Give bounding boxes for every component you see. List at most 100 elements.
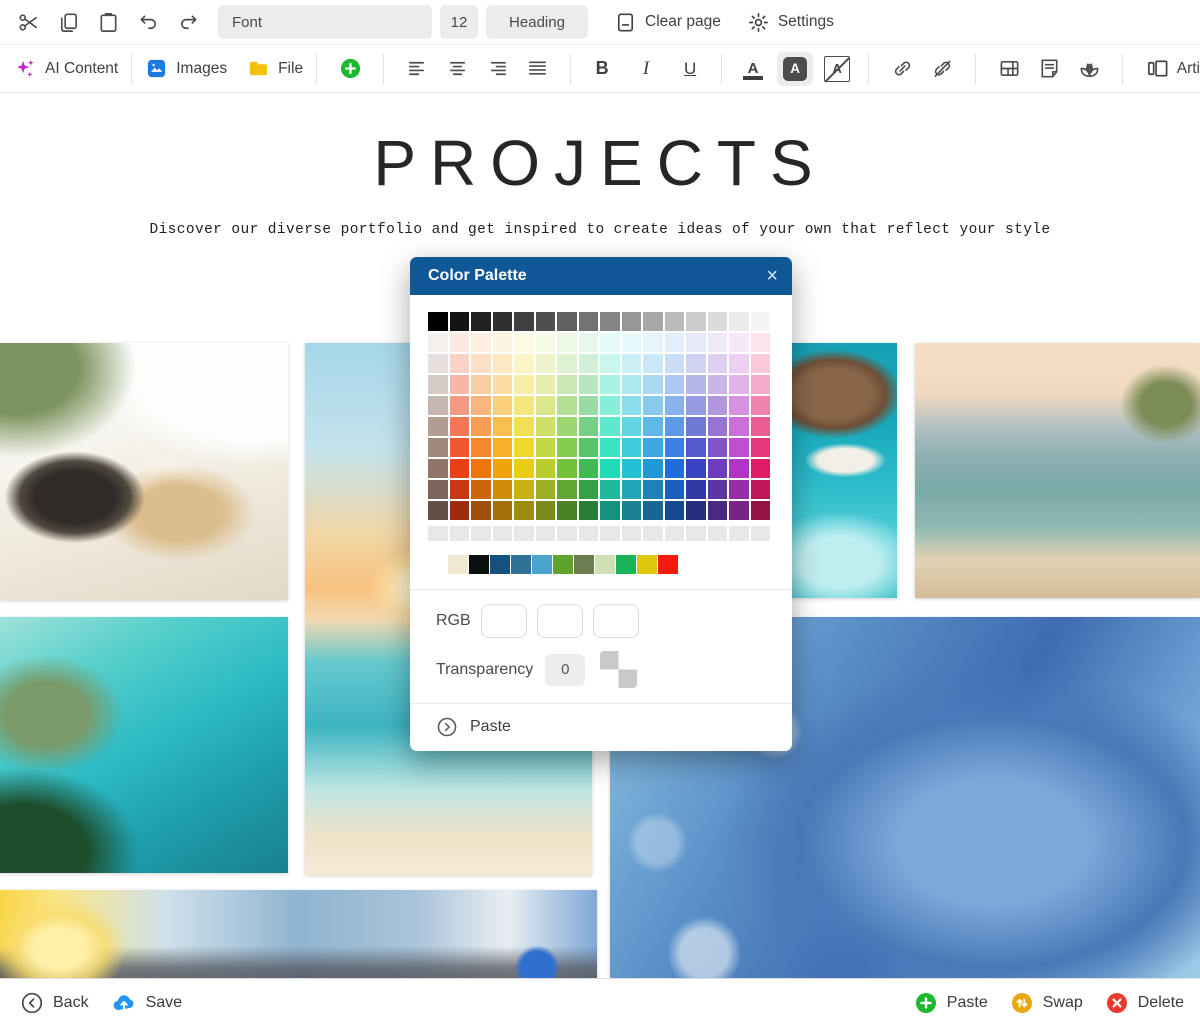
palette-swatch[interactable]	[557, 438, 577, 457]
font-size-select[interactable]: 12	[440, 5, 478, 39]
highlight-color-button[interactable]: A	[777, 52, 813, 86]
palette-swatch[interactable]	[686, 375, 706, 394]
palette-swatch[interactable]	[616, 555, 636, 574]
palette-swatch[interactable]	[579, 501, 599, 520]
align-justify-button[interactable]	[517, 50, 557, 88]
paste-button[interactable]	[88, 3, 128, 41]
paste-object-button[interactable]: Paste	[914, 991, 988, 1015]
palette-swatch[interactable]	[600, 333, 620, 352]
palette-swatch[interactable]	[729, 417, 749, 436]
palette-swatch[interactable]	[665, 480, 685, 499]
palette-swatch[interactable]	[557, 480, 577, 499]
palette-swatch[interactable]	[471, 312, 491, 331]
palette-swatch[interactable]	[536, 501, 556, 520]
palette-swatch[interactable]	[643, 526, 663, 541]
bold-button[interactable]: B	[584, 50, 620, 88]
palette-swatch[interactable]	[536, 375, 556, 394]
file-button[interactable]: File	[247, 57, 303, 80]
infinity-pool-photo[interactable]	[915, 343, 1200, 598]
article-button[interactable]: Arti	[1146, 57, 1200, 80]
palette-swatch[interactable]	[751, 333, 771, 352]
rgb-r-input[interactable]	[481, 604, 527, 638]
palette-swatch[interactable]	[450, 417, 470, 436]
palette-swatch[interactable]	[493, 375, 513, 394]
palette-swatch[interactable]	[600, 312, 620, 331]
palette-swatch[interactable]	[450, 375, 470, 394]
palette-swatch[interactable]	[493, 526, 513, 541]
palette-swatch[interactable]	[428, 354, 448, 373]
transparency-value[interactable]: 0	[545, 654, 585, 686]
palette-swatch[interactable]	[643, 417, 663, 436]
palette-swatch[interactable]	[557, 526, 577, 541]
palette-swatch[interactable]	[600, 459, 620, 478]
palette-swatch[interactable]	[729, 312, 749, 331]
palette-swatch[interactable]	[471, 375, 491, 394]
palette-swatch[interactable]	[471, 459, 491, 478]
palette-swatch[interactable]	[450, 354, 470, 373]
palette-swatch[interactable]	[471, 354, 491, 373]
palette-swatch[interactable]	[536, 459, 556, 478]
palette-swatch[interactable]	[622, 312, 642, 331]
palette-swatch[interactable]	[450, 396, 470, 415]
palette-swatch[interactable]	[471, 438, 491, 457]
palette-swatch[interactable]	[751, 501, 771, 520]
undo-button[interactable]	[128, 3, 168, 41]
palette-swatch[interactable]	[751, 375, 771, 394]
palette-swatch[interactable]	[729, 354, 749, 373]
palette-swatch[interactable]	[665, 333, 685, 352]
palette-swatch[interactable]	[536, 526, 556, 541]
palette-swatch[interactable]	[428, 312, 448, 331]
palette-swatch[interactable]	[428, 480, 448, 499]
palette-swatch[interactable]	[751, 438, 771, 457]
palette-swatch[interactable]	[686, 312, 706, 331]
palette-swatch[interactable]	[428, 396, 448, 415]
palette-swatch[interactable]	[511, 555, 531, 574]
save-button[interactable]: Save	[111, 990, 182, 1016]
palette-swatch[interactable]	[708, 312, 728, 331]
clear-format-button[interactable]: A	[819, 50, 855, 88]
palette-swatch[interactable]	[708, 459, 728, 478]
palette-swatch[interactable]	[493, 396, 513, 415]
palette-swatch[interactable]	[751, 312, 771, 331]
palette-swatch[interactable]	[751, 354, 771, 373]
palette-swatch[interactable]	[514, 438, 534, 457]
palette-swatch[interactable]	[493, 480, 513, 499]
palette-swatch[interactable]	[471, 480, 491, 499]
palette-swatch[interactable]	[557, 501, 577, 520]
palette-swatch[interactable]	[579, 459, 599, 478]
palette-swatch[interactable]	[708, 438, 728, 457]
palette-swatch[interactable]	[579, 333, 599, 352]
decoration-button[interactable]	[1069, 50, 1109, 88]
palette-swatch[interactable]	[686, 526, 706, 541]
palette-swatch[interactable]	[471, 501, 491, 520]
desk-workspace-photo[interactable]	[0, 343, 288, 600]
palette-swatch[interactable]	[600, 396, 620, 415]
palette-swatch[interactable]	[643, 459, 663, 478]
palette-swatch[interactable]	[622, 526, 642, 541]
palette-swatch[interactable]	[637, 555, 657, 574]
paste-color-button[interactable]: Paste	[410, 703, 792, 751]
copy-button[interactable]	[48, 3, 88, 41]
palette-swatch[interactable]	[536, 417, 556, 436]
palette-swatch[interactable]	[514, 526, 534, 541]
palette-swatch[interactable]	[469, 555, 489, 574]
palette-swatch[interactable]	[514, 501, 534, 520]
palette-swatch[interactable]	[600, 438, 620, 457]
font-select[interactable]: Font	[218, 5, 432, 39]
palette-swatch[interactable]	[532, 555, 552, 574]
table-button[interactable]	[989, 50, 1029, 88]
ai-content-button[interactable]: AI Content	[14, 57, 118, 80]
palette-swatch[interactable]	[450, 501, 470, 520]
palette-swatch[interactable]	[536, 438, 556, 457]
palette-swatch[interactable]	[428, 375, 448, 394]
palette-swatch[interactable]	[751, 526, 771, 541]
palette-swatch[interactable]	[686, 501, 706, 520]
palette-swatch[interactable]	[536, 312, 556, 331]
palette-swatch[interactable]	[729, 459, 749, 478]
palette-swatch[interactable]	[708, 480, 728, 499]
palette-swatch[interactable]	[490, 555, 510, 574]
palette-swatch[interactable]	[536, 396, 556, 415]
lagoon-cliffs-photo[interactable]	[0, 617, 288, 873]
palette-swatch[interactable]	[686, 417, 706, 436]
palette-swatch[interactable]	[658, 555, 678, 574]
